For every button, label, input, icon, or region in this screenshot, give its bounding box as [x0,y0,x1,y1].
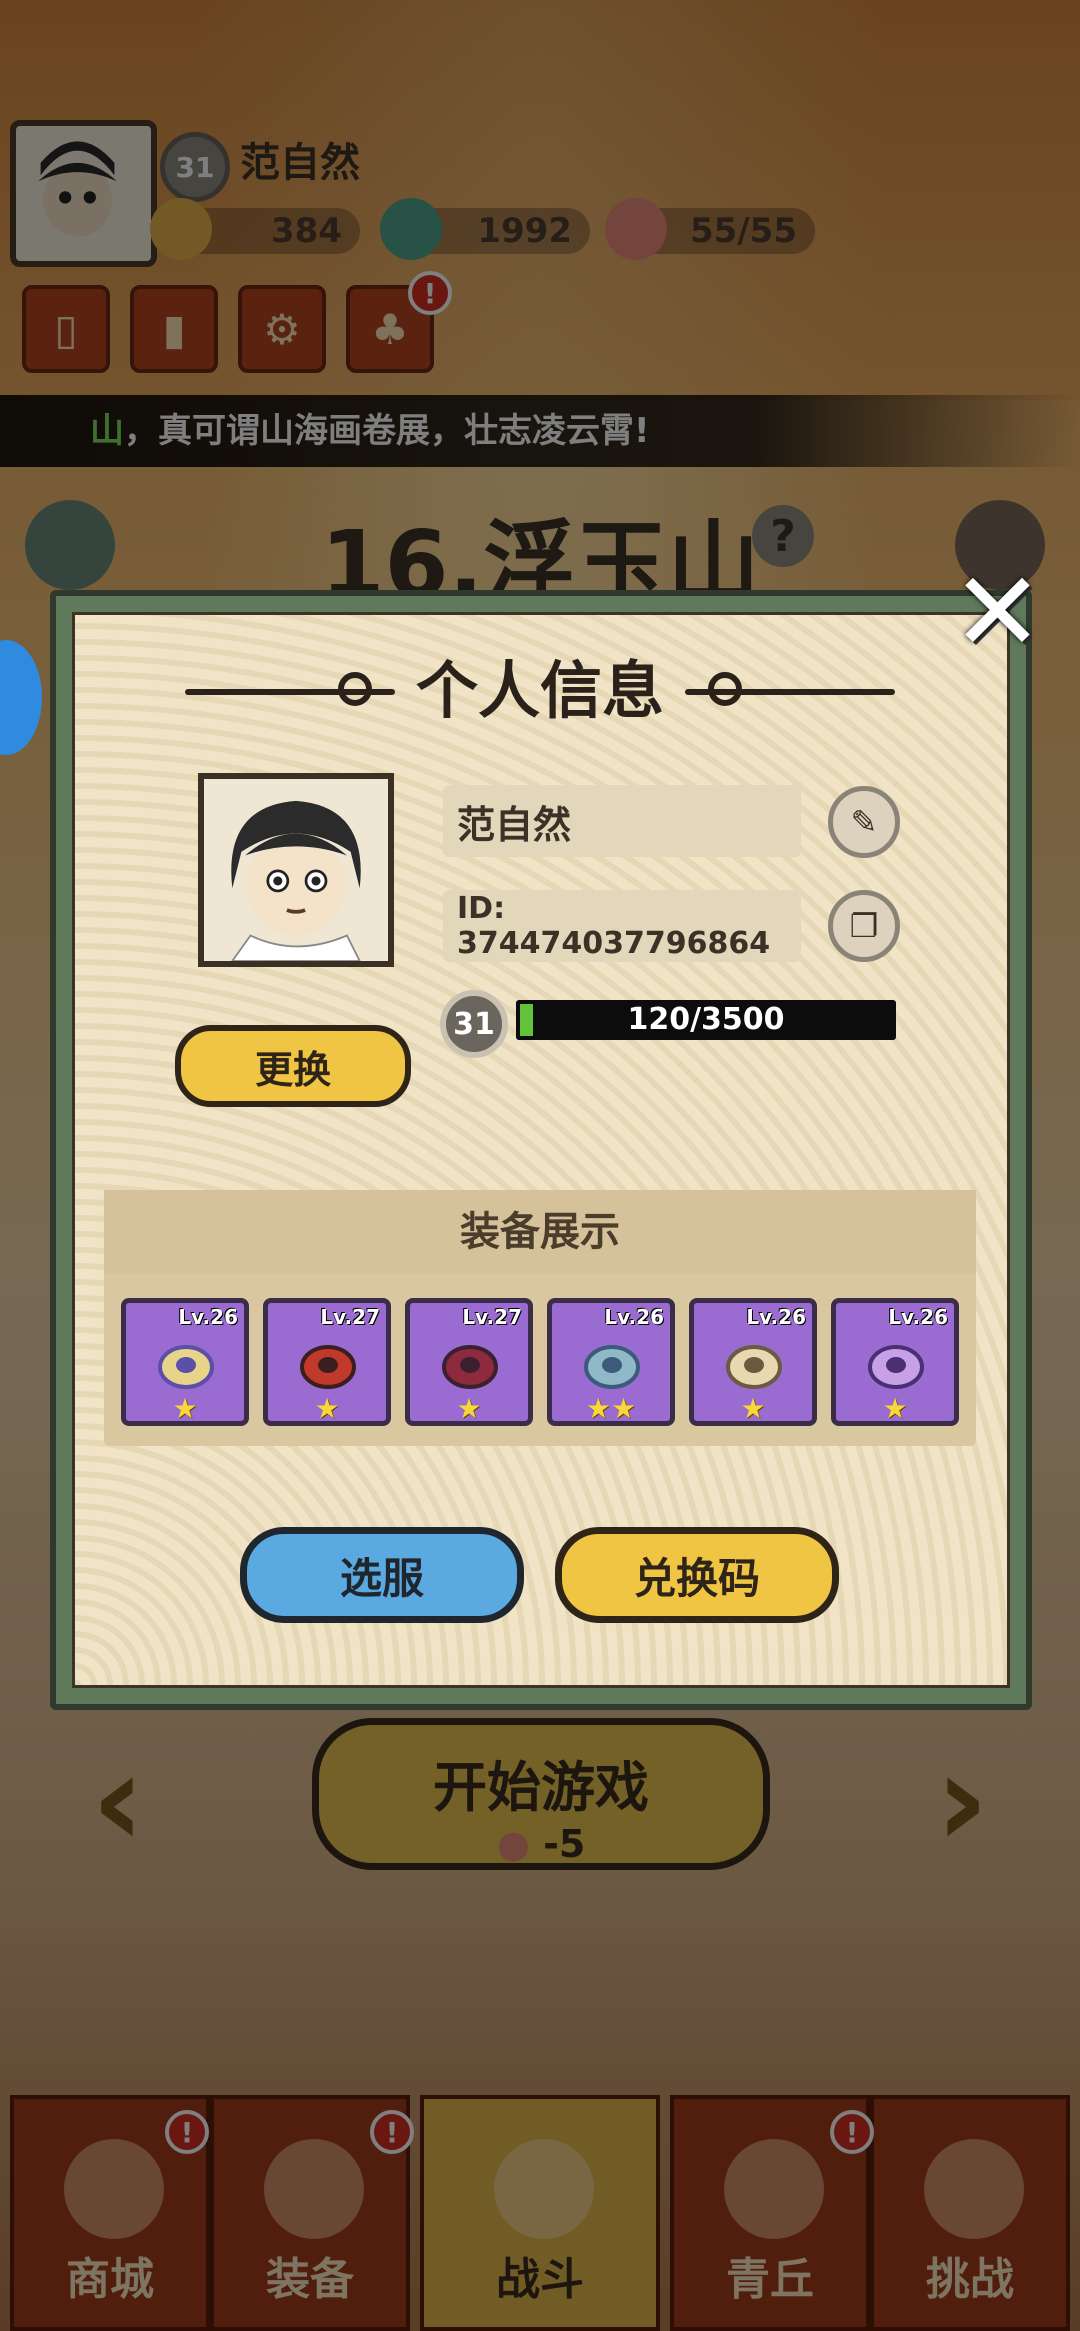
equipment-level: Lv.26 [888,1305,948,1329]
equipment-level: Lv.26 [746,1305,806,1329]
profile-name-field: 范自然 [443,785,801,857]
copy-id-button[interactable]: ❐ [828,890,900,962]
equipment-stars: ★★ [585,1392,637,1425]
xp-progress-bar: 120/3500 [516,1000,896,1040]
equipment-slot[interactable]: Lv.27 ★ [263,1298,391,1426]
equipment-slot[interactable]: Lv.26 ★ [831,1298,959,1426]
equipment-stars: ★ [172,1392,198,1425]
profile-level-badge: 31 [440,990,508,1058]
equipment-slot[interactable]: Lv.26 ★★ [547,1298,675,1426]
copy-icon: ❐ [849,907,879,945]
avatar-portrait-icon [205,779,387,961]
modal-title: 个人信息 [415,654,664,727]
equipment-slot[interactable]: Lv.27 ★ [405,1298,533,1426]
equipment-item-icon [158,1345,214,1389]
equipment-stars: ★ [740,1392,766,1425]
equipment-item-icon [442,1345,498,1389]
equipment-item-icon [868,1345,924,1389]
redeem-code-button[interactable]: 兑换码 [555,1527,839,1623]
select-server-button[interactable]: 选服 [240,1527,524,1623]
equipment-level: Lv.26 [604,1305,664,1329]
equipment-item-icon [584,1345,640,1389]
equipment-level: Lv.27 [462,1305,522,1329]
equipment-slot[interactable]: Lv.26 ★ [121,1298,249,1426]
edit-icon: ✎ [850,803,878,841]
equipment-slot[interactable]: Lv.26 ★ [689,1298,817,1426]
equipment-item-icon [726,1345,782,1389]
equipment-stars: ★ [456,1392,482,1425]
change-avatar-button[interactable]: 更换 [175,1025,411,1107]
equipment-stars: ★ [314,1392,340,1425]
profile-avatar[interactable] [198,773,394,967]
edit-name-button[interactable]: ✎ [828,786,900,858]
xp-progress-text: 120/3500 [627,1002,785,1037]
equipment-stars: ★ [882,1392,908,1425]
equipment-title: 装备展示 [104,1190,976,1274]
equipment-item-icon [300,1345,356,1389]
equipment-level: Lv.26 [178,1305,238,1329]
profile-modal [50,590,1032,1710]
profile-id-field: ID: 374474037796864 [443,890,801,962]
equipment-level: Lv.27 [320,1305,380,1329]
